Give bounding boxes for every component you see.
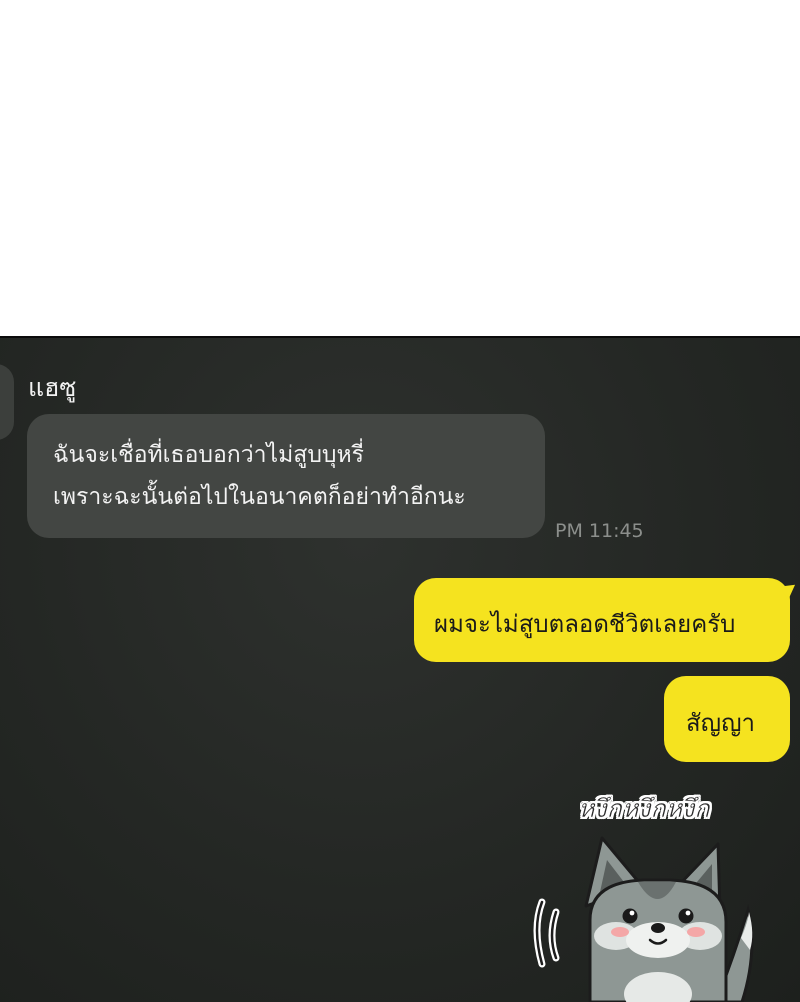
- outgoing-message-bubble[interactable]: สัญญา: [664, 676, 790, 762]
- sender-name: แฮซู: [28, 373, 77, 402]
- bubble-tail: [779, 579, 800, 601]
- outgoing-message-bubble[interactable]: ผมจะไม่สูบตลอดชีวิตเลยครับ: [414, 578, 800, 662]
- chat-panel[interactable]: แฮซู ฉันจะเชื่อที่เธอบอกว่าไม่สูบบุหรี่ …: [0, 336, 800, 1002]
- blank-header-area: [0, 0, 800, 336]
- outgoing-message-text: ผมจะไม่สูบตลอดชีวิตเลยครับ: [434, 610, 736, 638]
- sticker-caption: หงึกหงึกหงึก: [578, 794, 710, 824]
- incoming-message-line-1: ฉันจะเชื่อที่เธอบอกว่าไม่สูบบุหรี่: [53, 442, 365, 468]
- outgoing-message-text: สัญญา: [686, 709, 756, 737]
- sender-avatar[interactable]: [0, 364, 14, 440]
- incoming-message-bubble[interactable]: ฉันจะเชื่อที่เธอบอกว่าไม่สูบบุหรี่ เพราะ…: [27, 414, 545, 538]
- message-timestamp: PM 11:45: [555, 520, 644, 542]
- incoming-message-line-2: เพราะฉะนั้นต่อไปในอนาคตก็อย่าทำอีกนะ: [53, 484, 466, 510]
